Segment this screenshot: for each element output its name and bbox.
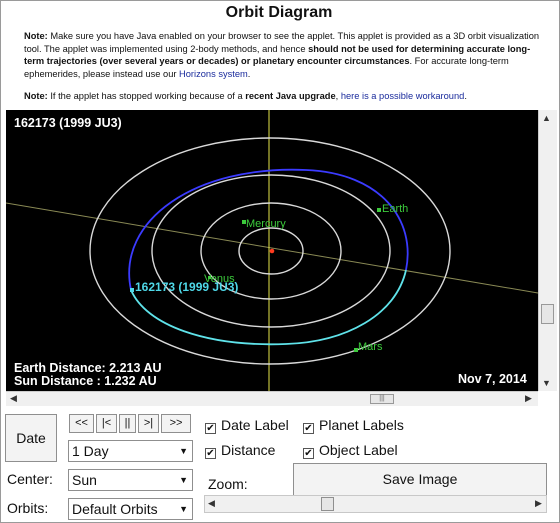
- center-label: Center:: [7, 471, 53, 487]
- earth-marker: [377, 208, 381, 212]
- object-label-checkbox[interactable]: ✔ Object Label: [303, 442, 398, 459]
- step-size-select[interactable]: 1 Day ▼: [68, 440, 193, 462]
- distance-checkbox[interactable]: ✔ Distance: [205, 442, 275, 459]
- orbit-canvas[interactable]: Mercury Venus Earth Mars 162173 (1999 JU…: [6, 110, 538, 391]
- orbit-visualization[interactable]: Mercury Venus Earth Mars 162173 (1999 JU…: [6, 110, 538, 391]
- orbits-select[interactable]: Default Orbits ▼: [68, 498, 193, 520]
- note-label: Note:: [24, 31, 48, 41]
- checkbox-label: Distance: [221, 442, 276, 458]
- zoom-out-icon[interactable]: ◀: [208, 498, 215, 509]
- checkbox-label: Planet Labels: [319, 417, 404, 433]
- checkbox-check-icon[interactable]: ✔: [205, 448, 216, 459]
- checkbox-check-icon[interactable]: ✔: [303, 448, 314, 459]
- pause-button[interactable]: ||: [119, 414, 136, 433]
- vertical-scrollbar[interactable]: ▲ ▼: [538, 110, 557, 391]
- scroll-up-icon[interactable]: ▲: [542, 113, 551, 123]
- step-back-button[interactable]: |<: [96, 414, 117, 433]
- note-bold-text: recent Java upgrade: [245, 91, 336, 101]
- sun-marker: [269, 248, 275, 254]
- note-text: .: [464, 91, 467, 101]
- ecliptic-axis-line: [6, 202, 538, 294]
- date-readout: Nov 7, 2014: [458, 372, 527, 386]
- scroll-left-icon[interactable]: ◀: [10, 393, 17, 404]
- chevron-down-icon: ▼: [179, 446, 188, 456]
- chevron-down-icon: ▼: [179, 504, 188, 514]
- zoom-slider[interactable]: ◀ ▶: [204, 495, 547, 513]
- checkbox-check-icon[interactable]: ✔: [303, 423, 314, 434]
- checkbox-label: Date Label: [221, 417, 289, 433]
- center-value: Sun: [72, 472, 97, 488]
- page-title: Orbit Diagram: [225, 4, 333, 21]
- horizons-link[interactable]: Horizons system: [179, 69, 248, 79]
- orbits-label: Orbits:: [7, 500, 49, 516]
- object-marker: [130, 288, 134, 292]
- step-forward-button[interactable]: >|: [138, 414, 159, 433]
- center-select[interactable]: Sun ▼: [68, 469, 193, 491]
- zoom-label: Zoom:: [208, 476, 248, 492]
- orbits-value: Default Orbits: [72, 501, 158, 517]
- planet-labels-checkbox[interactable]: ✔ Planet Labels: [303, 417, 404, 434]
- earth-label: Earth: [382, 203, 408, 215]
- chevron-down-icon: ▼: [179, 475, 188, 485]
- zoom-in-icon[interactable]: ▶: [535, 498, 542, 509]
- scroll-right-icon[interactable]: ▶: [525, 393, 532, 404]
- mercury-label: Mercury: [246, 218, 286, 230]
- horizontal-scrollbar[interactable]: ◀ ||| ▶: [6, 391, 538, 406]
- earth-distance-readout: Earth Distance: 2.213 AU: [14, 361, 162, 375]
- date-button[interactable]: Date: [5, 414, 57, 462]
- object-label: 162173 (1999 JU3): [135, 280, 238, 294]
- mars-label: Mars: [358, 341, 383, 353]
- java-note: Note: Make sure you have Java enabled on…: [24, 30, 544, 80]
- checkbox-label: Object Label: [319, 442, 398, 458]
- note-text: If the applet has stopped working becaus…: [47, 91, 246, 101]
- step-size-value: 1 Day: [72, 443, 109, 459]
- horizontal-scroll-thumb[interactable]: |||: [370, 394, 394, 404]
- step-back-fast-button[interactable]: <<: [69, 414, 94, 433]
- note-text: .: [247, 68, 251, 79]
- sun-distance-readout: Sun Distance : 1.232 AU: [14, 374, 157, 388]
- checkbox-check-icon[interactable]: ✔: [205, 423, 216, 434]
- scroll-down-icon[interactable]: ▼: [542, 378, 551, 388]
- step-forward-fast-button[interactable]: >>: [161, 414, 191, 433]
- save-image-button[interactable]: Save Image: [293, 463, 547, 496]
- note-label: Note:: [24, 91, 48, 101]
- object-title: 162173 (1999 JU3): [14, 116, 122, 130]
- vertical-scroll-thumb[interactable]: [541, 304, 554, 324]
- workaround-link[interactable]: here is a possible workaround: [341, 91, 465, 101]
- zoom-slider-thumb[interactable]: [321, 497, 334, 511]
- java-upgrade-note: Note: If the applet has stopped working …: [24, 90, 544, 103]
- date-label-checkbox[interactable]: ✔ Date Label: [205, 417, 289, 434]
